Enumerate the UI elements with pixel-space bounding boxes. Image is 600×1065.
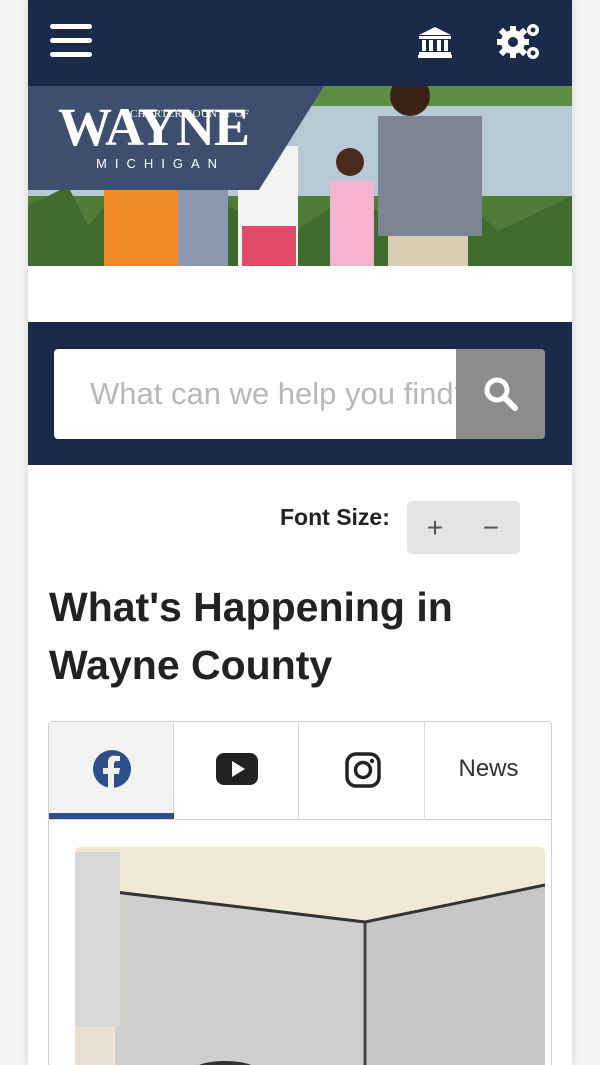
logo-michigan-text: MICHIGAN <box>96 156 225 171</box>
tab-youtube[interactable] <box>174 722 299 818</box>
hamburger-menu-icon[interactable] <box>50 24 92 60</box>
instagram-icon <box>345 752 381 788</box>
facebook-icon <box>93 750 131 789</box>
tab-facebook[interactable] <box>49 722 174 819</box>
search-box <box>54 349 456 439</box>
page: WAYNE CHARTER COUNTY OF MICHIGAN Font Si… <box>28 0 572 1065</box>
hero-banner: WAYNE CHARTER COUNTY OF MICHIGAN <box>28 86 572 266</box>
search-icon <box>484 377 518 411</box>
search-input[interactable] <box>54 349 456 439</box>
font-size-label: Font Size: <box>280 504 390 530</box>
gears-icon[interactable] <box>496 20 542 62</box>
top-nav-bar <box>28 0 572 86</box>
social-feed-tabs: News <box>48 721 552 1065</box>
tab-instagram[interactable] <box>300 722 425 818</box>
search-section <box>28 322 572 465</box>
logo-charter-text: CHARTER COUNTY OF <box>130 108 250 120</box>
search-button[interactable] <box>456 349 545 439</box>
logo-wayne-text: WAYNE <box>58 97 250 157</box>
increase-font-button[interactable]: + <box>407 501 463 554</box>
decrease-font-button[interactable]: − <box>463 501 519 554</box>
facebook-post-image[interactable] <box>75 847 545 1065</box>
font-size-controls: + − <box>407 501 520 554</box>
government-building-icon[interactable] <box>418 26 452 58</box>
page-title: What's Happening in Wayne County <box>49 584 453 688</box>
tab-news-label: News <box>458 755 519 782</box>
tab-news[interactable]: News <box>426 722 551 818</box>
tab-row: News <box>49 722 551 820</box>
youtube-icon <box>216 753 258 785</box>
